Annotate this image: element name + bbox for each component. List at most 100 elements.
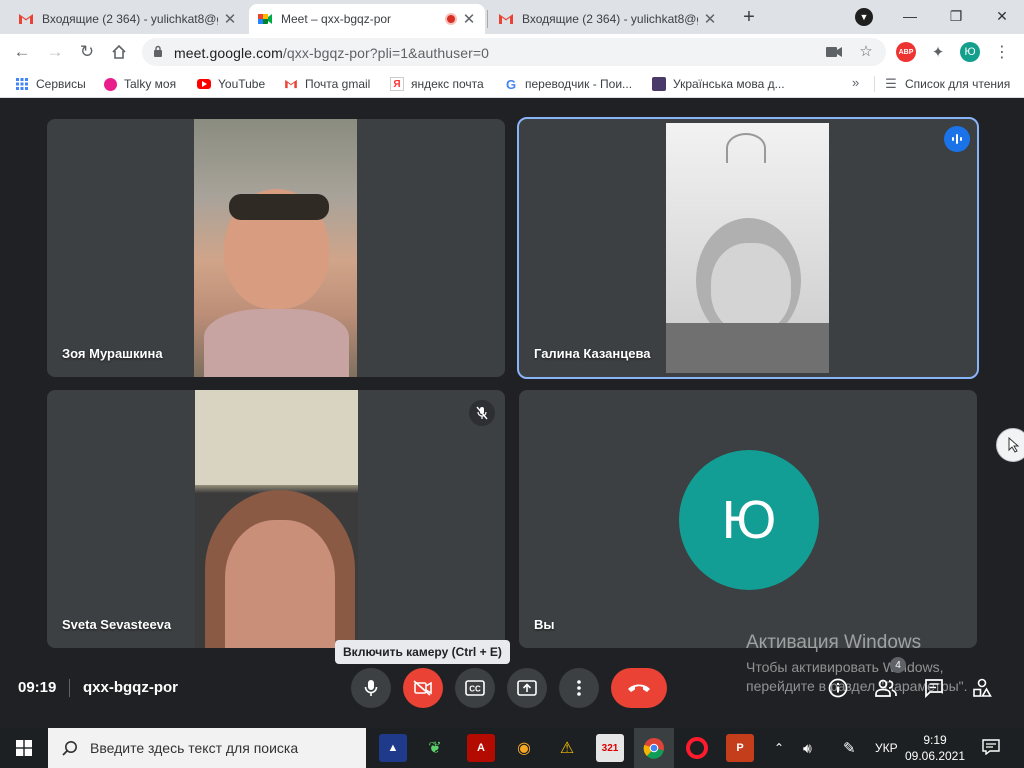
people-button[interactable] <box>874 676 898 700</box>
tray-overflow-icon[interactable]: ⌃ <box>774 728 784 768</box>
tab-title: Входящие (2 364) - yulichkat8@g <box>42 12 218 26</box>
taskbar-clock[interactable]: 9:19 09.06.2021 <box>904 732 966 764</box>
gmail-icon <box>18 11 34 27</box>
camera-tooltip: Включить камеру (Ctrl + E) <box>335 640 510 664</box>
taskbar-search-box[interactable]: Введите здесь текст для поиска <box>48 728 366 768</box>
adblock-plus-icon[interactable]: ABP <box>896 42 916 62</box>
back-arrow-icon[interactable]: ← <box>11 41 33 63</box>
meeting-clock: 09:19 <box>18 679 57 696</box>
close-tab-icon[interactable]: ✕ <box>702 10 718 28</box>
participant-video <box>666 123 829 373</box>
participant-tile-1[interactable]: Зоя Мурашкина <box>47 119 505 377</box>
windows-start-button[interactable] <box>0 728 48 768</box>
participant-tile-self[interactable]: Ю Вы <box>519 390 977 648</box>
activities-button[interactable] <box>970 676 994 700</box>
bookmarks-bar: Сервисы Talky моя YouTube Почта gmail Я … <box>0 70 1024 98</box>
profile-avatar[interactable]: Ю <box>960 42 980 62</box>
present-screen-button[interactable] <box>507 668 547 708</box>
participant-name: Вы <box>534 617 555 632</box>
acrobat-icon[interactable]: A <box>467 734 495 762</box>
bookmark-translator[interactable]: G переводчик - Пои... <box>504 76 632 92</box>
more-vert-icon <box>577 680 581 696</box>
youtube-icon <box>197 79 211 89</box>
hang-up-icon <box>628 684 650 692</box>
bookmarks-overflow-icon[interactable]: » <box>852 75 859 90</box>
reading-list-button[interactable]: ☰ Список для чтения <box>884 76 1010 92</box>
video-editor-icon[interactable]: 321 <box>596 734 624 762</box>
present-screen-icon <box>517 680 537 696</box>
app-green-icon[interactable]: ❦ <box>421 734 449 762</box>
windows-taskbar: Введите здесь текст для поиска ▲ ❦ A ◉ ⚠… <box>0 728 1024 768</box>
bookmark-yandex[interactable]: Я яндекс почта <box>390 76 484 92</box>
closed-captions-icon: CC <box>465 680 485 696</box>
leave-call-button[interactable] <box>611 668 667 708</box>
lock-icon <box>154 45 162 57</box>
tab-gmail-2[interactable]: Входящие (2 364) - yulichkat8@g ✕ <box>490 4 726 34</box>
bookmark-gmail[interactable]: Почта gmail <box>284 76 370 92</box>
self-avatar: Ю <box>679 450 819 590</box>
yandex-icon: Я <box>390 77 404 91</box>
minimize-button[interactable]: — <box>890 4 930 28</box>
address-bar[interactable]: meet.google.com/qxx-bgqz-por?pli=1&authu… <box>142 38 886 66</box>
watermark-title: Активация Windows <box>746 632 922 653</box>
meeting-code: qxx-bgqz-por <box>83 679 178 696</box>
chrome-icon[interactable] <box>640 734 668 762</box>
bookmark-label: яндекс почта <box>411 77 484 91</box>
bookmark-label: YouTube <box>218 77 266 91</box>
archicad-icon[interactable]: ⚠ <box>553 734 581 762</box>
meeting-details-button[interactable] <box>826 676 850 700</box>
bookmark-ukrainian[interactable]: Українська мова д... <box>652 76 785 92</box>
speaking-indicator-icon <box>944 126 970 152</box>
info-icon <box>828 678 848 698</box>
close-tab-icon[interactable]: ✕ <box>222 10 238 28</box>
tab-meet[interactable]: Meet – qxx-bgqz-por ✕ <box>249 4 485 34</box>
people-count-badge: 4 <box>890 657 906 673</box>
close-window-button[interactable]: ✕ <box>982 4 1022 28</box>
tab-search-icon[interactable]: ▼ <box>855 8 873 26</box>
notifications-icon[interactable] <box>982 739 1000 760</box>
eye-app-icon[interactable]: ◉ <box>510 734 538 762</box>
file-manager-icon[interactable]: ▲ <box>379 734 407 762</box>
extensions-puzzle-icon[interactable]: ✦ <box>928 42 948 62</box>
chat-button[interactable] <box>922 676 946 700</box>
restore-button[interactable]: ❐ <box>936 4 976 28</box>
browser-toolbar: ← → ↻ meet.google.com/qxx-bgqz-por?pli=1… <box>0 34 1024 70</box>
bookmark-youtube[interactable]: YouTube <box>197 76 265 92</box>
bookmark-star-icon[interactable]: ☆ <box>858 44 874 60</box>
browser-menu-icon[interactable]: ⋮ <box>992 42 1012 62</box>
volume-icon[interactable]: 🔊︎ <box>803 728 812 768</box>
more-options-button[interactable] <box>559 668 599 708</box>
new-tab-button[interactable]: + <box>738 7 760 29</box>
bookmark-services[interactable]: Сервисы <box>15 76 86 92</box>
forward-arrow-icon[interactable]: → <box>44 41 66 63</box>
microphone-button[interactable] <box>351 668 391 708</box>
camera-toggle-button[interactable] <box>403 668 443 708</box>
cursor-indicator-icon <box>996 428 1024 462</box>
bookmark-talky[interactable]: Talky моя <box>104 76 176 92</box>
bookmark-label: переводчик - Пои... <box>525 77 633 91</box>
captions-button[interactable]: CC <box>455 668 495 708</box>
google-icon: G <box>505 76 517 92</box>
pen-workspace-icon[interactable]: ✎ <box>843 728 856 768</box>
svg-text:CC: CC <box>469 685 481 694</box>
participant-tile-3[interactable]: Sveta Sevasteeva <box>47 390 505 648</box>
powerpoint-icon[interactable]: P <box>726 734 754 762</box>
activities-shapes-icon <box>973 678 992 697</box>
camera-blocked-icon[interactable] <box>826 44 842 60</box>
close-tab-icon[interactable]: ✕ <box>461 10 477 28</box>
participant-tile-2[interactable]: Галина Казанцева <box>517 117 979 379</box>
apps-grid-icon <box>15 77 29 91</box>
taskbar-search-placeholder: Введите здесь текст для поиска <box>90 740 299 756</box>
gmail-icon <box>284 77 298 91</box>
chat-icon <box>925 679 943 698</box>
reload-icon[interactable]: ↻ <box>76 41 98 63</box>
camera-off-icon <box>413 680 432 696</box>
home-icon[interactable] <box>108 41 130 63</box>
tab-gmail-1[interactable]: Входящие (2 364) - yulichkat8@g ✕ <box>10 4 246 34</box>
participant-name: Галина Казанцева <box>534 346 651 361</box>
language-indicator[interactable]: УКР <box>875 728 898 768</box>
browser-tab-strip: Входящие (2 364) - yulichkat8@g ✕ Meet –… <box>0 0 1024 34</box>
clock-date: 09.06.2021 <box>904 749 966 763</box>
opera-icon[interactable] <box>683 734 711 762</box>
meet-controls-bar: 09:19 qxx-bgqz-por CC 4 <box>0 657 1024 711</box>
